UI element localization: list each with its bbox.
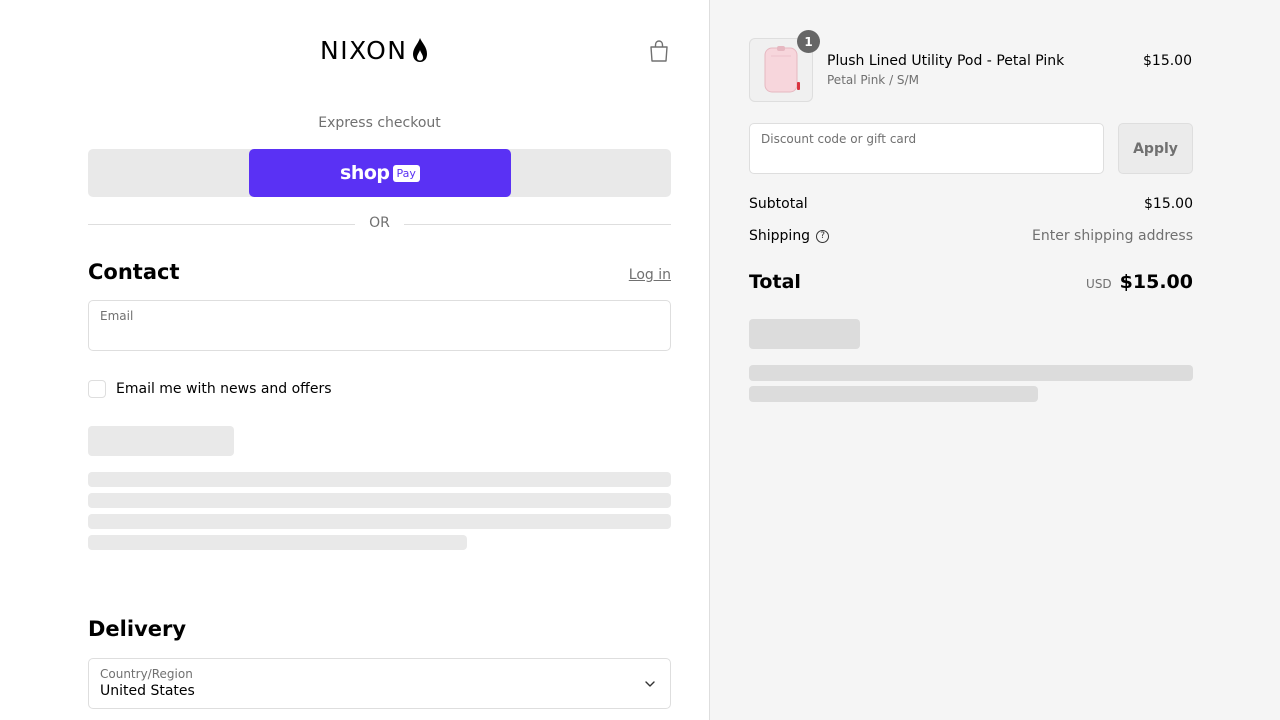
subtotal-row: Subtotal $15.00 <box>749 196 1193 212</box>
currency-code: USD <box>1086 277 1112 291</box>
country-value: United States <box>100 683 195 699</box>
newsletter-option[interactable]: Email me with news and offers <box>88 380 332 398</box>
shopping-bag-icon <box>650 40 668 62</box>
brand-logo[interactable]: NIXON <box>320 35 428 65</box>
delivery-heading: Delivery <box>88 617 187 641</box>
country-select[interactable]: Country/Region United States <box>88 658 671 709</box>
loading-placeholder-line <box>88 514 671 529</box>
loading-placeholder-line <box>88 535 467 550</box>
loading-placeholder-line <box>88 493 671 508</box>
discount-input[interactable] <box>761 150 1079 166</box>
discount-field[interactable]: Discount code or gift card <box>749 123 1104 174</box>
subtotal-value: $15.00 <box>1144 196 1193 212</box>
email-field[interactable]: Email <box>88 300 671 351</box>
quantity-badge: 1 <box>797 30 820 53</box>
total-row: Total USD $15.00 <box>749 271 1193 293</box>
loading-placeholder-line <box>749 386 1038 402</box>
shipping-label-group: Shipping ? <box>749 228 830 244</box>
flame-logo-icon <box>413 38 428 62</box>
loading-placeholder-line <box>749 365 1193 381</box>
newsletter-label: Email me with news and offers <box>116 381 332 397</box>
contact-heading: Contact <box>88 260 180 284</box>
checkout-main-column: NIXON Express checkout shop Pay OR Conta… <box>0 0 709 720</box>
shipping-label: Shipping <box>749 228 811 244</box>
product-price: $15.00 <box>1143 53 1192 69</box>
or-text: OR <box>369 215 390 231</box>
subtotal-label: Subtotal <box>749 196 808 212</box>
shop-pay-button[interactable]: shop Pay <box>249 149 511 197</box>
shop-pay-wordmark: shop <box>340 162 390 184</box>
cart-button[interactable] <box>648 39 670 63</box>
email-label: Email <box>100 309 134 323</box>
loading-placeholder-line <box>88 472 671 487</box>
express-checkout-label: Express checkout <box>318 115 441 131</box>
login-link[interactable]: Log in <box>629 267 671 283</box>
order-summary-panel: 1 Plush Lined Utility Pod - Petal Pink P… <box>709 0 1280 720</box>
shipping-row: Shipping ? Enter shipping address <box>749 228 1193 244</box>
brand-logo-text: NIXON <box>320 35 408 65</box>
total-value: $15.00 <box>1119 271 1193 293</box>
product-name: Plush Lined Utility Pod - Petal Pink <box>827 53 1065 69</box>
apply-discount-button[interactable]: Apply <box>1118 123 1193 174</box>
total-amount-group: USD $15.00 <box>1086 271 1193 293</box>
product-variant: Petal Pink / S/M <box>827 73 919 87</box>
email-input[interactable] <box>100 327 623 343</box>
product-image-icon <box>764 46 800 93</box>
chevron-down-icon <box>645 681 655 687</box>
shipping-value: Enter shipping address <box>1032 228 1193 244</box>
help-icon[interactable]: ? <box>816 229 830 243</box>
divider-line-right <box>404 224 671 225</box>
total-label: Total <box>749 271 801 293</box>
or-divider: OR <box>88 214 671 234</box>
discount-label: Discount code or gift card <box>761 132 917 146</box>
country-label: Country/Region <box>100 667 193 681</box>
loading-placeholder-button <box>88 426 234 456</box>
loading-placeholder-button <box>749 319 860 349</box>
newsletter-checkbox[interactable] <box>88 380 106 398</box>
shop-pay-chip: Pay <box>392 164 420 182</box>
